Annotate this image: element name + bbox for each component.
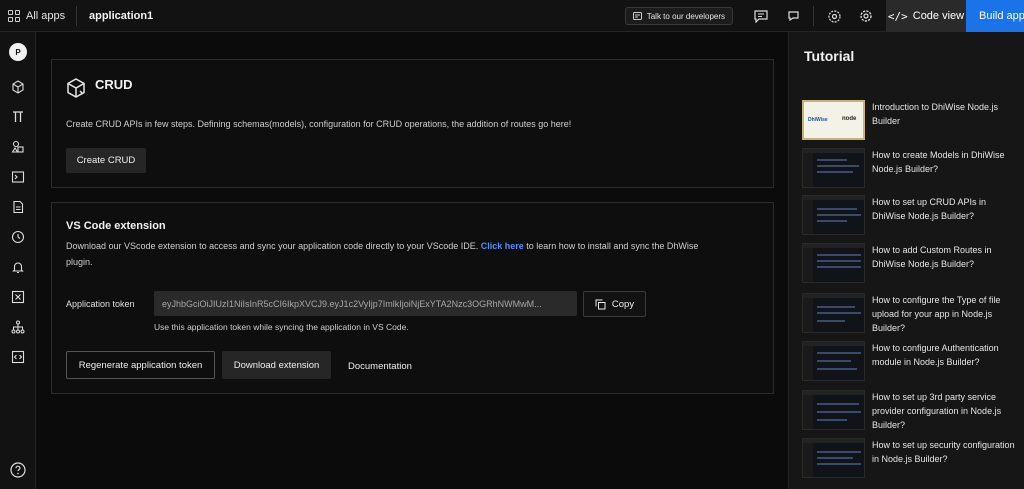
crud-description: Create CRUD APIs in few steps. Defining … <box>66 119 572 129</box>
documentation-link[interactable]: Documentation <box>348 361 412 372</box>
tutorial-item-title: How to configure Authentication module i… <box>872 343 999 367</box>
token-hint: Use this application token while syncing… <box>154 322 409 332</box>
node-logo-icon: node <box>842 116 857 122</box>
tutorial-panel: Tutorial DhiWise node Introduction to Dh… <box>788 32 1024 489</box>
vscode-title: VS Code extension <box>66 220 166 232</box>
video-thumbnail: DhiWise node <box>802 100 865 140</box>
terminal-icon <box>11 171 25 183</box>
gear-icon <box>860 10 872 22</box>
talk-button-label: Talk to our developers <box>646 11 725 21</box>
avatar[interactable]: P <box>9 43 27 61</box>
copy-token-button[interactable]: Copy <box>583 291 646 317</box>
question-icon <box>10 462 26 478</box>
tutorial-item-title: How to configure the Type of file upload… <box>872 295 1001 333</box>
gear-badge-icon <box>827 9 841 23</box>
video-thumbnail <box>802 390 865 430</box>
crud-card: CRUD Create CRUD APIs in few steps. Defi… <box>51 59 774 188</box>
sidebar-item-schedule[interactable] <box>9 228 27 246</box>
token-label: Application token <box>66 299 135 309</box>
video-thumbnail <box>802 148 865 188</box>
vscode-desc-text: Download our VScode extension to access … <box>66 241 481 251</box>
all-apps-button[interactable]: All apps <box>0 0 72 32</box>
tutorial-item[interactable]: How to set up 3rd party service provider… <box>802 390 1022 430</box>
shapes-icon <box>11 140 24 153</box>
build-app-button[interactable]: Build app <box>966 0 1024 32</box>
top-right-actions: Talk to our developers </> Code view Bui <box>624 0 1024 32</box>
tutorial-item[interactable]: How to configure the Type of file upload… <box>802 293 1022 333</box>
sidebar-item-crud[interactable] <box>9 78 27 96</box>
vscode-description: Download our VScode extension to access … <box>66 238 726 270</box>
top-bar: All apps application1 Talk to our develo… <box>0 0 1024 32</box>
feedback-button[interactable] <box>745 0 777 32</box>
sidebar-item-models[interactable] <box>9 108 27 126</box>
clock-icon <box>11 230 25 244</box>
copy-label: Copy <box>611 298 635 310</box>
pi-icon <box>13 111 23 122</box>
video-thumbnail <box>802 341 865 381</box>
divider <box>76 5 77 26</box>
video-thumbnail <box>802 438 865 478</box>
sidebar-item-documents[interactable] <box>9 198 27 216</box>
copy-icon <box>595 299 606 309</box>
all-apps-label: All apps <box>26 9 66 22</box>
tutorial-item[interactable]: How to set up CRUD APIs in DhiWise Node.… <box>802 195 1022 235</box>
bell-icon <box>12 262 24 274</box>
sidebar-item-functions[interactable] <box>9 288 27 306</box>
tutorial-item[interactable]: How to set up security configuration in … <box>802 438 1022 478</box>
tutorial-item[interactable]: DhiWise node Introduction to DhiWise Nod… <box>802 100 1022 140</box>
build-app-label: Build app <box>979 10 1024 22</box>
app-root: All apps application1 Talk to our develo… <box>0 0 1024 489</box>
tutorial-item[interactable]: How to add Custom Routes in DhiWise Node… <box>802 243 1022 283</box>
message-edit-icon <box>754 9 768 23</box>
sidebar-item-sitemap[interactable] <box>9 318 27 336</box>
download-extension-button[interactable]: Download extension <box>222 351 331 379</box>
tutorial-item-title: How to set up security configuration in … <box>872 440 1015 464</box>
video-thumbnail <box>802 195 865 235</box>
document-icon <box>13 200 24 214</box>
video-thumbnail <box>802 293 865 333</box>
talk-to-developers-button[interactable]: Talk to our developers <box>624 7 733 25</box>
grid-icon <box>8 9 20 22</box>
help-button[interactable] <box>10 462 26 478</box>
sidebar-item-notifications[interactable] <box>9 258 27 276</box>
video-thumbnail <box>802 243 865 283</box>
click-here-link[interactable]: Click here <box>481 241 524 251</box>
box-icon <box>67 78 85 98</box>
left-sidebar: P <box>0 32 36 489</box>
tutorial-item-title: How to create Models in DhiWise Node.js … <box>872 150 1005 174</box>
code-view-label: Code view <box>912 10 965 22</box>
dhiwise-logo-icon: DhiWise <box>808 117 828 123</box>
code-view-button[interactable]: </> Code view <box>886 0 966 32</box>
main-content: CRUD Create CRUD APIs in few steps. Defi… <box>37 32 787 489</box>
app-name: application1 <box>89 9 154 22</box>
cube-icon <box>12 80 24 94</box>
tutorial-item-title: How to set up 3rd party service provider… <box>872 392 1002 430</box>
sidebar-item-services[interactable] <box>9 138 27 156</box>
tutorial-item-title: How to add Custom Routes in DhiWise Node… <box>872 245 992 269</box>
divider <box>813 6 814 26</box>
tutorial-item-title: How to set up CRUD APIs in DhiWise Node.… <box>872 197 987 221</box>
vscode-extension-card: VS Code extension Download our VScode ex… <box>51 202 774 394</box>
create-crud-button[interactable]: Create CRUD <box>66 148 146 173</box>
sidebar-item-terminal[interactable] <box>9 168 27 186</box>
crud-title: CRUD <box>95 77 133 92</box>
tutorial-title: Tutorial <box>804 48 855 64</box>
function-icon <box>11 290 25 304</box>
tutorial-item[interactable]: How to create Models in DhiWise Node.js … <box>802 148 1022 188</box>
sidebar-item-code[interactable] <box>9 348 27 366</box>
code-window-icon <box>11 350 25 364</box>
tutorial-item[interactable]: How to configure Authentication module i… <box>802 341 1022 381</box>
integrations-button[interactable] <box>818 0 850 32</box>
settings-button[interactable] <box>850 0 882 32</box>
sitemap-icon <box>11 320 25 334</box>
tutorial-item-title: Introduction to DhiWise Node.js Builder <box>872 102 999 126</box>
token-field[interactable]: eyJhbGciOiJIUzI1NiIsInR5cCI6IkpXVCJ9.eyJ… <box>154 291 577 316</box>
code-brackets-icon: </> <box>887 9 908 23</box>
comments-button[interactable] <box>777 0 809 32</box>
chat-bubble-icon <box>787 11 799 22</box>
chat-window-icon <box>632 12 642 20</box>
regenerate-token-button[interactable]: Regenerate application token <box>66 351 215 379</box>
